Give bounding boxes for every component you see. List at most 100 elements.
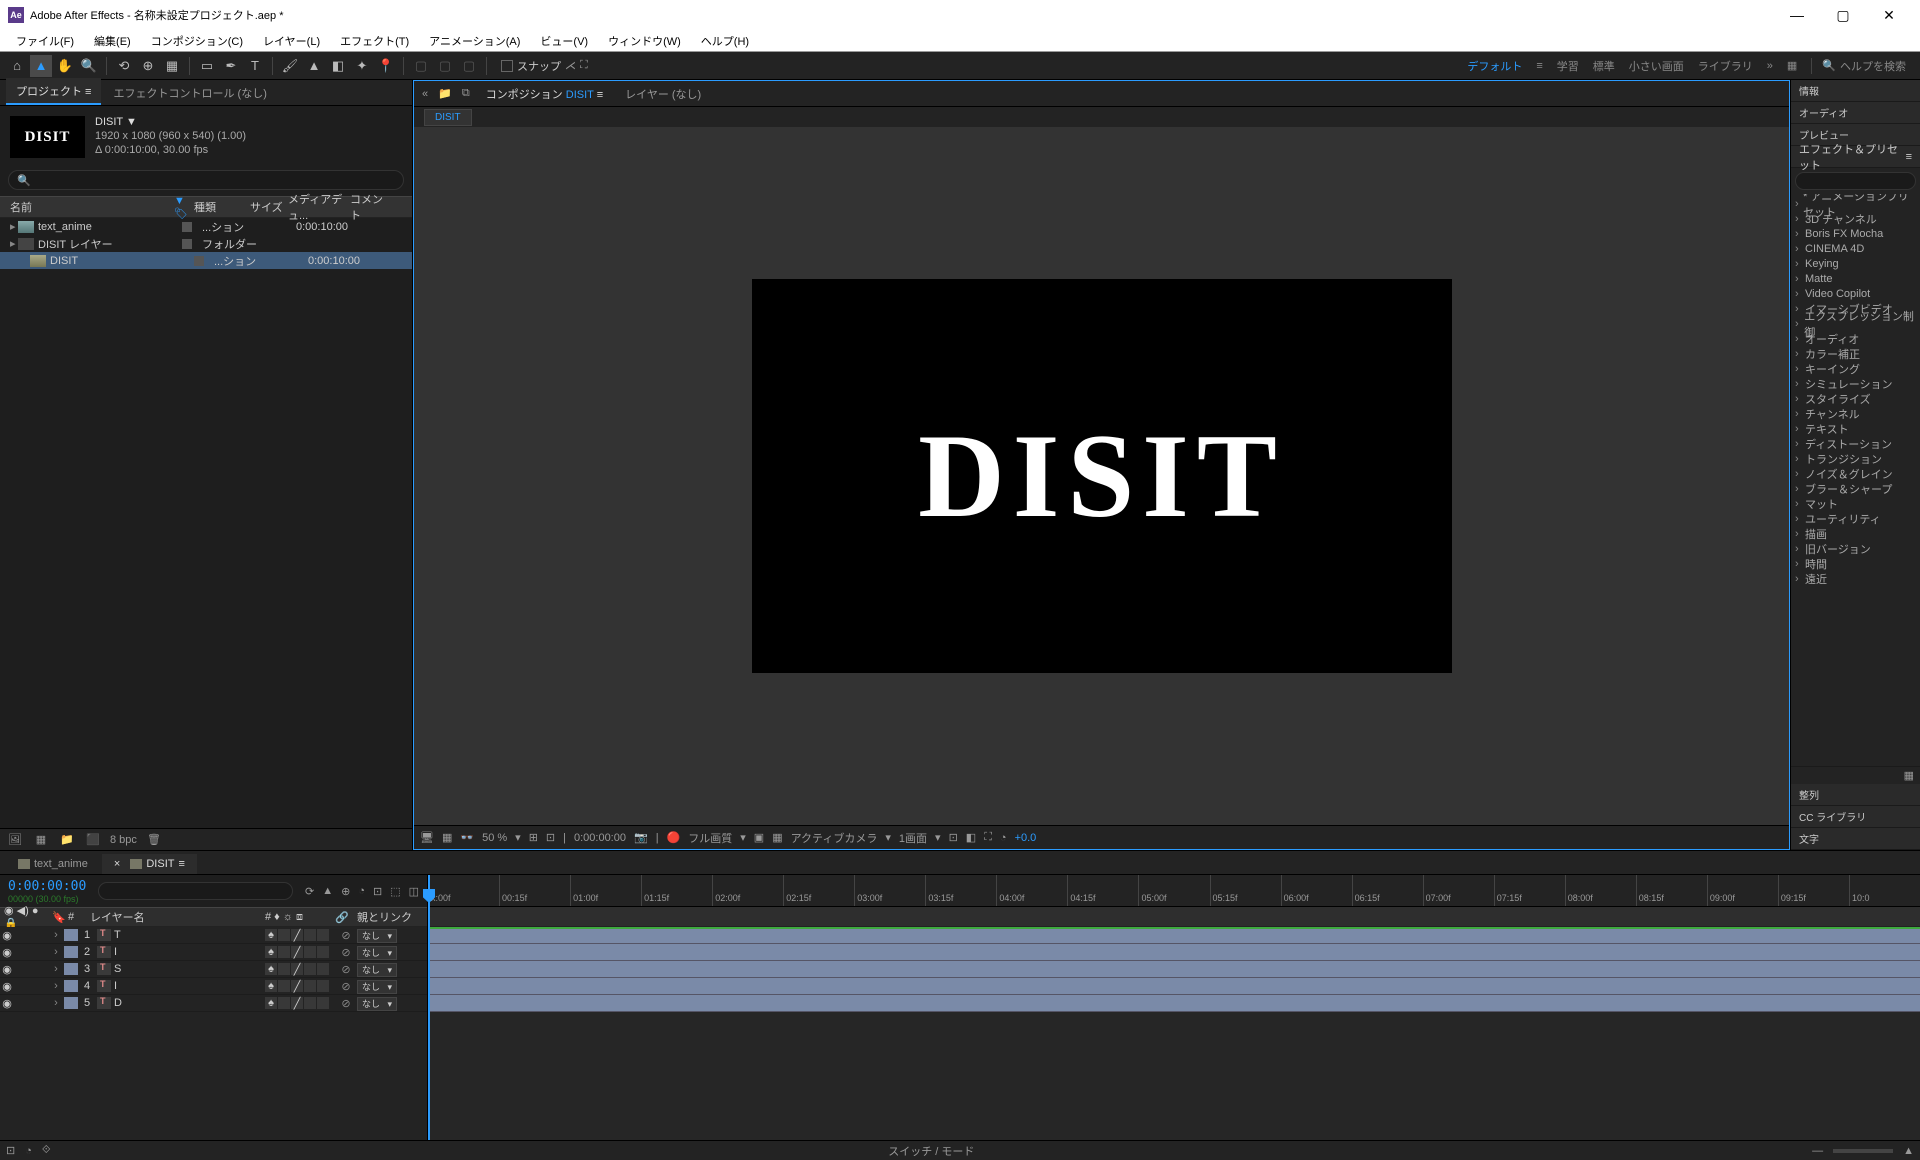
effects-category[interactable]: ›ディストーション bbox=[1791, 436, 1920, 451]
timeline-layer-row[interactable]: ◉›2I♠╱⊘なし ▾ bbox=[0, 944, 427, 961]
effects-category[interactable]: ›シミュレーション bbox=[1791, 376, 1920, 391]
effects-category[interactable]: ›時間 bbox=[1791, 556, 1920, 571]
vf-snapshot-icon[interactable]: 📷 bbox=[634, 831, 648, 844]
vf-exposure[interactable]: +0.0 bbox=[1015, 832, 1037, 844]
eraser-tool[interactable]: ◧ bbox=[327, 55, 349, 77]
track-bar[interactable] bbox=[428, 978, 1920, 995]
effects-category[interactable]: ›Keying bbox=[1791, 256, 1920, 271]
panel-align[interactable]: 整列 bbox=[1791, 784, 1920, 806]
panel-cc-libraries[interactable]: CC ライブラリ bbox=[1791, 806, 1920, 828]
tl-zoom-slider[interactable] bbox=[1833, 1149, 1893, 1153]
rect-tool[interactable]: ▭ bbox=[196, 55, 218, 77]
menu-file[interactable]: ファイル(F) bbox=[6, 30, 84, 52]
menu-edit[interactable]: 編集(E) bbox=[84, 30, 141, 52]
effects-category[interactable]: ›チャンネル bbox=[1791, 406, 1920, 421]
snap-options-icon[interactable]: ⛶ bbox=[580, 59, 588, 72]
vf-quality[interactable]: フル画質 bbox=[688, 830, 732, 846]
project-list[interactable]: ▸text_anime...ション0:00:10:00▸DISIT レイヤーフォ… bbox=[0, 218, 412, 828]
tl-icon-5[interactable]: ⊡ bbox=[373, 885, 382, 898]
comp-folder-icon[interactable]: 📁 bbox=[438, 87, 452, 100]
tl-toggle-2[interactable]: ◔ bbox=[25, 1145, 32, 1157]
tl-toggle-3[interactable]: ⟐ bbox=[42, 1144, 51, 1157]
project-item[interactable]: ▸DISIT レイヤーフォルダー bbox=[0, 235, 412, 252]
effects-category[interactable]: ›Matte bbox=[1791, 271, 1920, 286]
breadcrumb-comp[interactable]: DISIT bbox=[424, 109, 472, 126]
timeline-ruler[interactable]: x:00f00:15f01:00f01:15f02:00f02:15f03:00… bbox=[428, 875, 1920, 907]
help-search[interactable]: ヘルプを検索 bbox=[1840, 58, 1906, 74]
adjust-icon[interactable]: ⬛ bbox=[84, 832, 102, 848]
vf-mask-icon[interactable]: 👓 bbox=[460, 831, 474, 844]
vf-grid-icon[interactable]: ⊡ bbox=[546, 831, 555, 844]
maximize-button[interactable]: ▢ bbox=[1820, 0, 1866, 30]
comp-nav-back[interactable]: « bbox=[422, 88, 428, 100]
effects-category[interactable]: ›遠近 bbox=[1791, 571, 1920, 586]
comp-flow-icon[interactable]: ⧉ bbox=[462, 87, 470, 100]
workspace-small[interactable]: 小さい画面 bbox=[1629, 58, 1684, 74]
tl-icon-4[interactable]: ◔ bbox=[358, 885, 365, 898]
effects-category[interactable]: ›トランジション bbox=[1791, 451, 1920, 466]
comp-thumbnail[interactable]: DISIT bbox=[10, 116, 85, 158]
effects-category[interactable]: ›スタイライズ bbox=[1791, 391, 1920, 406]
orbit-tool[interactable]: ⟲ bbox=[113, 55, 135, 77]
effects-tree[interactable]: ›* アニメーションプリセット›3D チャンネル›Boris FX Mocha›… bbox=[1791, 194, 1920, 766]
composition-viewer[interactable]: DISIT bbox=[414, 127, 1789, 825]
workspace-library[interactable]: ライブラリ bbox=[1698, 58, 1753, 74]
vf-icon-a[interactable]: ⊡ bbox=[949, 831, 958, 844]
bpc-label[interactable]: 8 bpc bbox=[110, 834, 137, 846]
current-time[interactable]: 0:00:00:00 bbox=[8, 879, 86, 894]
project-item[interactable]: DISIT...ション0:00:10:00 bbox=[0, 252, 412, 269]
track-bar[interactable] bbox=[428, 927, 1920, 944]
vf-views[interactable]: 1画面 bbox=[899, 830, 927, 846]
vf-display-icon[interactable]: 🖥 bbox=[420, 831, 434, 844]
playhead[interactable] bbox=[428, 875, 430, 1140]
effects-category[interactable]: ›* アニメーションプリセット bbox=[1791, 196, 1920, 211]
tab-effect-controls[interactable]: エフェクトコントロール (なし) bbox=[103, 80, 276, 105]
tab-composition[interactable]: コンポジション DISIT ≡ bbox=[480, 82, 609, 106]
panel-effects-presets[interactable]: エフェクト＆プリセット≡ bbox=[1791, 146, 1920, 168]
new-folder-icon[interactable]: 📁 bbox=[58, 832, 76, 848]
selection-tool[interactable]: ▲ bbox=[30, 55, 52, 77]
pan-behind-tool[interactable]: ▦ bbox=[161, 55, 183, 77]
vf-icon-b[interactable]: ◧ bbox=[966, 831, 976, 844]
tab-layer-viewer[interactable]: レイヤー (なし) bbox=[619, 82, 707, 106]
track-bar[interactable] bbox=[428, 944, 1920, 961]
clone-tool[interactable]: ▲ bbox=[303, 55, 325, 77]
workspace-default[interactable]: デフォルト bbox=[1467, 58, 1522, 74]
snap-icon[interactable]: ⋌ bbox=[565, 59, 576, 72]
effects-category[interactable]: ›描画 bbox=[1791, 526, 1920, 541]
snap-checkbox[interactable] bbox=[501, 60, 513, 72]
new-comp-icon[interactable]: ▦ bbox=[32, 832, 50, 848]
pen-tool[interactable]: ✒ bbox=[220, 55, 242, 77]
camera-tool[interactable]: ⊕ bbox=[137, 55, 159, 77]
vf-roi-icon[interactable]: ▣ bbox=[754, 831, 764, 844]
effects-search[interactable] bbox=[1795, 172, 1916, 190]
vf-camera[interactable]: アクティブカメラ bbox=[791, 830, 878, 846]
timeline-tab-disit[interactable]: × DISIT ≡ bbox=[102, 854, 197, 874]
tl-graph-icon[interactable]: ◫ bbox=[409, 885, 419, 898]
effects-category[interactable]: ›ブラー＆シャープ bbox=[1791, 481, 1920, 496]
menu-view[interactable]: ビュー(V) bbox=[530, 30, 598, 52]
menu-help[interactable]: ヘルプ(H) bbox=[691, 30, 759, 52]
timeline-layer-row[interactable]: ◉›5D♠╱⊘なし ▾ bbox=[0, 995, 427, 1012]
menu-window[interactable]: ウィンドウ(W) bbox=[598, 30, 691, 52]
comp-name[interactable]: DISIT ▼ bbox=[95, 116, 246, 128]
tl-icon-3[interactable]: ⊕ bbox=[341, 885, 350, 898]
tl-zoom-in[interactable]: ▲ bbox=[1903, 1145, 1914, 1157]
track-bar[interactable] bbox=[428, 995, 1920, 1012]
vf-transparency-icon[interactable]: ▦ bbox=[772, 831, 782, 844]
timeline-layer-row[interactable]: ◉›3S♠╱⊘なし ▾ bbox=[0, 961, 427, 978]
tl-icon-2[interactable]: ▲ bbox=[322, 885, 333, 898]
effects-category[interactable]: ›CINEMA 4D bbox=[1791, 241, 1920, 256]
type-tool[interactable]: T bbox=[244, 55, 266, 77]
effects-category[interactable]: ›旧バージョン bbox=[1791, 541, 1920, 556]
timeline-search[interactable] bbox=[98, 882, 293, 900]
workspace-learn[interactable]: 学習 bbox=[1557, 58, 1579, 74]
timeline-layer-row[interactable]: ◉›1T♠╱⊘なし ▾ bbox=[0, 927, 427, 944]
project-search[interactable]: 🔍 bbox=[8, 170, 404, 190]
menu-effect[interactable]: エフェクト(T) bbox=[330, 30, 419, 52]
effects-category[interactable]: ›Boris FX Mocha bbox=[1791, 226, 1920, 241]
effects-category[interactable]: ›カラー補正 bbox=[1791, 346, 1920, 361]
timeline-layer-row[interactable]: ◉›4I♠╱⊘なし ▾ bbox=[0, 978, 427, 995]
puppet-tool[interactable]: 📍 bbox=[375, 55, 397, 77]
timeline-tab-text-anime[interactable]: text_anime bbox=[6, 854, 100, 874]
